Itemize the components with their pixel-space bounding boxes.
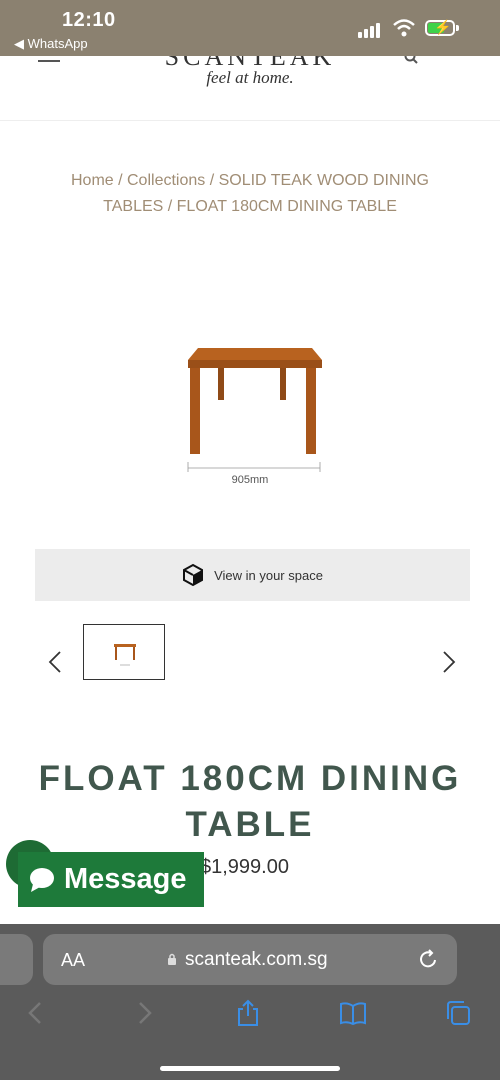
reload-icon[interactable] (419, 948, 439, 970)
chevron-right-icon (443, 651, 456, 673)
dimension-label: 905mm (231, 474, 269, 486)
browser-toolbar: AA scanteak.com.sg (0, 924, 500, 1080)
message-button[interactable]: Message (18, 852, 204, 907)
product-price: $1,999.00 (200, 856, 289, 878)
chat-bubble-icon (30, 867, 54, 892)
forward-icon[interactable] (130, 999, 158, 1027)
cube-3d-icon (183, 563, 204, 587)
bookmarks-icon[interactable] (339, 999, 367, 1027)
back-to-app-link[interactable]: ◀ WhatsApp (14, 36, 88, 52)
url-text[interactable]: scanteak.com.sg (185, 949, 328, 971)
cellular-signal-icon (358, 22, 384, 38)
site-header: SCANTEAK feel at home. (0, 56, 500, 121)
share-icon[interactable] (234, 999, 262, 1027)
product-thumbnail[interactable] (83, 624, 165, 680)
carousel-prev-button[interactable] (40, 650, 70, 680)
thumbnail-image (114, 644, 136, 666)
product-title: FLOAT 180CM DINING TABLE (38, 759, 462, 844)
chevron-left-icon (48, 651, 61, 673)
breadcrumb[interactable]: Home / Collections / SOLID TEAK WOOD DIN… (40, 168, 460, 220)
back-icon[interactable] (22, 999, 50, 1027)
status-bar: 12:10 ◀ WhatsApp ⚡ (0, 0, 500, 56)
status-time: 12:10 (62, 9, 116, 31)
search-icon[interactable] (404, 56, 418, 64)
text-size-button[interactable]: AA (61, 950, 85, 971)
product-image[interactable] (180, 340, 330, 490)
message-button-label: Message (64, 863, 187, 895)
view-in-space-label: View in your space (214, 567, 323, 583)
battery-cap (456, 25, 459, 31)
address-bar[interactable]: AA scanteak.com.sg (43, 934, 457, 985)
previous-tab-peek[interactable] (0, 934, 33, 985)
view-in-space-button[interactable]: View in your space (35, 549, 470, 601)
carousel-next-button[interactable] (434, 650, 464, 680)
brand-tagline: feel at home. (206, 68, 294, 87)
lock-icon (168, 953, 176, 965)
wifi-icon (393, 19, 415, 37)
tabs-icon[interactable] (444, 999, 472, 1027)
battery-icon: ⚡ (425, 19, 455, 36)
home-indicator (160, 1066, 340, 1071)
